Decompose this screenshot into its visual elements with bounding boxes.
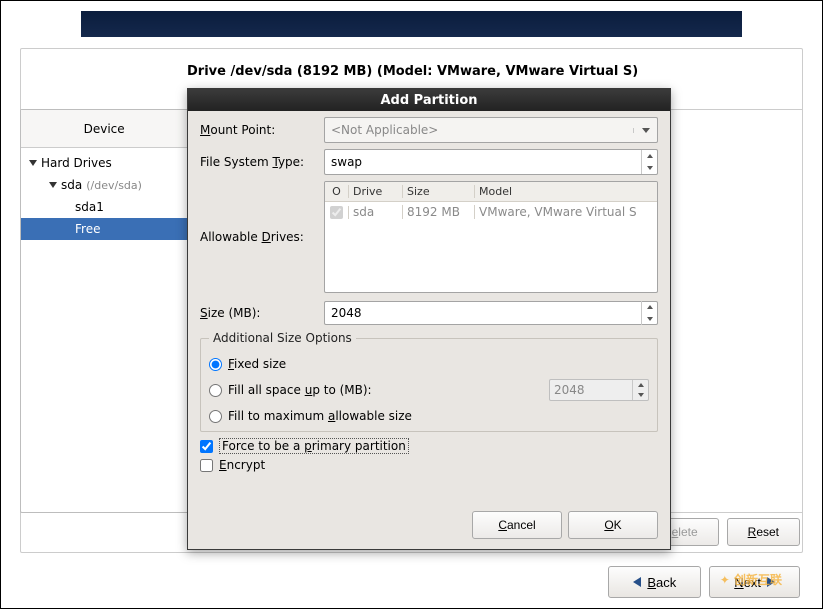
- next-button[interactable]: Next: [709, 566, 800, 598]
- tree-label: sda1: [75, 200, 104, 214]
- additional-size-options-group: Additional Size Options Fixed size Fill …: [200, 331, 658, 432]
- fill-up-to-radio[interactable]: [209, 384, 222, 397]
- mount-point-label: Mount Point:: [200, 123, 318, 137]
- button-label: OK: [604, 518, 621, 532]
- cancel-button[interactable]: Cancel: [472, 511, 562, 539]
- ok-button[interactable]: OK: [568, 511, 658, 539]
- tree-label: Free: [75, 222, 100, 236]
- size-spinbox[interactable]: 2048: [324, 301, 658, 325]
- button-label: Reset: [748, 525, 779, 539]
- combo-spinner-icon: [641, 150, 657, 174]
- button-label: Back: [647, 575, 676, 590]
- drives-list-header: O Drive Size Model: [325, 182, 657, 202]
- fill-up-to-value: 2048: [554, 383, 585, 397]
- fs-type-value: swap: [325, 155, 641, 169]
- allowable-drives-label: Allowable Drives:: [200, 230, 318, 244]
- fill-max-label: Fill to maximum allowable size: [228, 409, 412, 423]
- arrow-left-icon: [633, 577, 641, 587]
- size-label: Size (MB):: [200, 306, 318, 320]
- chevron-down-icon: [633, 128, 657, 133]
- tree-label: Hard Drives: [41, 156, 112, 170]
- tree-label: sda: [61, 178, 82, 192]
- drive-row-checkbox[interactable]: [330, 206, 343, 219]
- size-value: 2048: [325, 306, 641, 320]
- device-column-header[interactable]: Device: [21, 110, 188, 147]
- dialog-title: Add Partition: [188, 89, 670, 111]
- fs-type-label: File System Type:: [200, 155, 318, 169]
- fixed-size-label: Fixed size: [228, 357, 286, 371]
- titlebar-band: [81, 11, 742, 37]
- caret-down-icon: [49, 182, 57, 188]
- drives-header-model: Model: [475, 185, 657, 198]
- drives-header-checkbox: O: [325, 185, 349, 198]
- fill-up-to-label: Fill all space up to (MB):: [228, 383, 372, 397]
- fill-up-to-spinbox: 2048: [549, 379, 649, 401]
- add-partition-dialog: Add Partition Mount Point: <Not Applicab…: [187, 88, 671, 550]
- fs-type-combo[interactable]: swap: [324, 149, 658, 175]
- drive-row[interactable]: sda 8192 MB VMware, VMware Virtual S: [325, 202, 657, 222]
- reset-button[interactable]: Reset: [727, 518, 800, 546]
- drive-row-model: VMware, VMware Virtual S: [475, 205, 657, 219]
- force-primary-checkbox[interactable]: [200, 440, 213, 453]
- allowable-drives-list[interactable]: O Drive Size Model sda 8192 MB VMware, V…: [324, 181, 658, 293]
- additional-size-legend: Additional Size Options: [209, 331, 356, 345]
- force-primary-label: Force to be a primary partition: [219, 438, 409, 454]
- mount-point-value: <Not Applicable>: [325, 123, 633, 137]
- fill-max-radio[interactable]: [209, 410, 222, 423]
- encrypt-label: Encrypt: [219, 458, 265, 472]
- button-label: Next: [734, 575, 761, 590]
- fixed-size-radio[interactable]: [209, 358, 222, 371]
- drives-header-size: Size: [403, 185, 475, 198]
- caret-down-icon: [29, 160, 37, 166]
- spinner-icon: [641, 301, 657, 325]
- drives-header-drive: Drive: [349, 185, 403, 198]
- drive-row-name: sda: [349, 205, 403, 219]
- drive-row-size: 8192 MB: [403, 205, 475, 219]
- button-label: Cancel: [498, 518, 535, 532]
- tree-label-path: (/dev/sda): [86, 179, 142, 192]
- spinner-icon: [632, 380, 648, 400]
- back-button[interactable]: Back: [608, 566, 701, 598]
- mount-point-combo[interactable]: <Not Applicable>: [324, 117, 658, 143]
- encrypt-checkbox[interactable]: [200, 459, 213, 472]
- arrow-right-icon: [767, 577, 775, 587]
